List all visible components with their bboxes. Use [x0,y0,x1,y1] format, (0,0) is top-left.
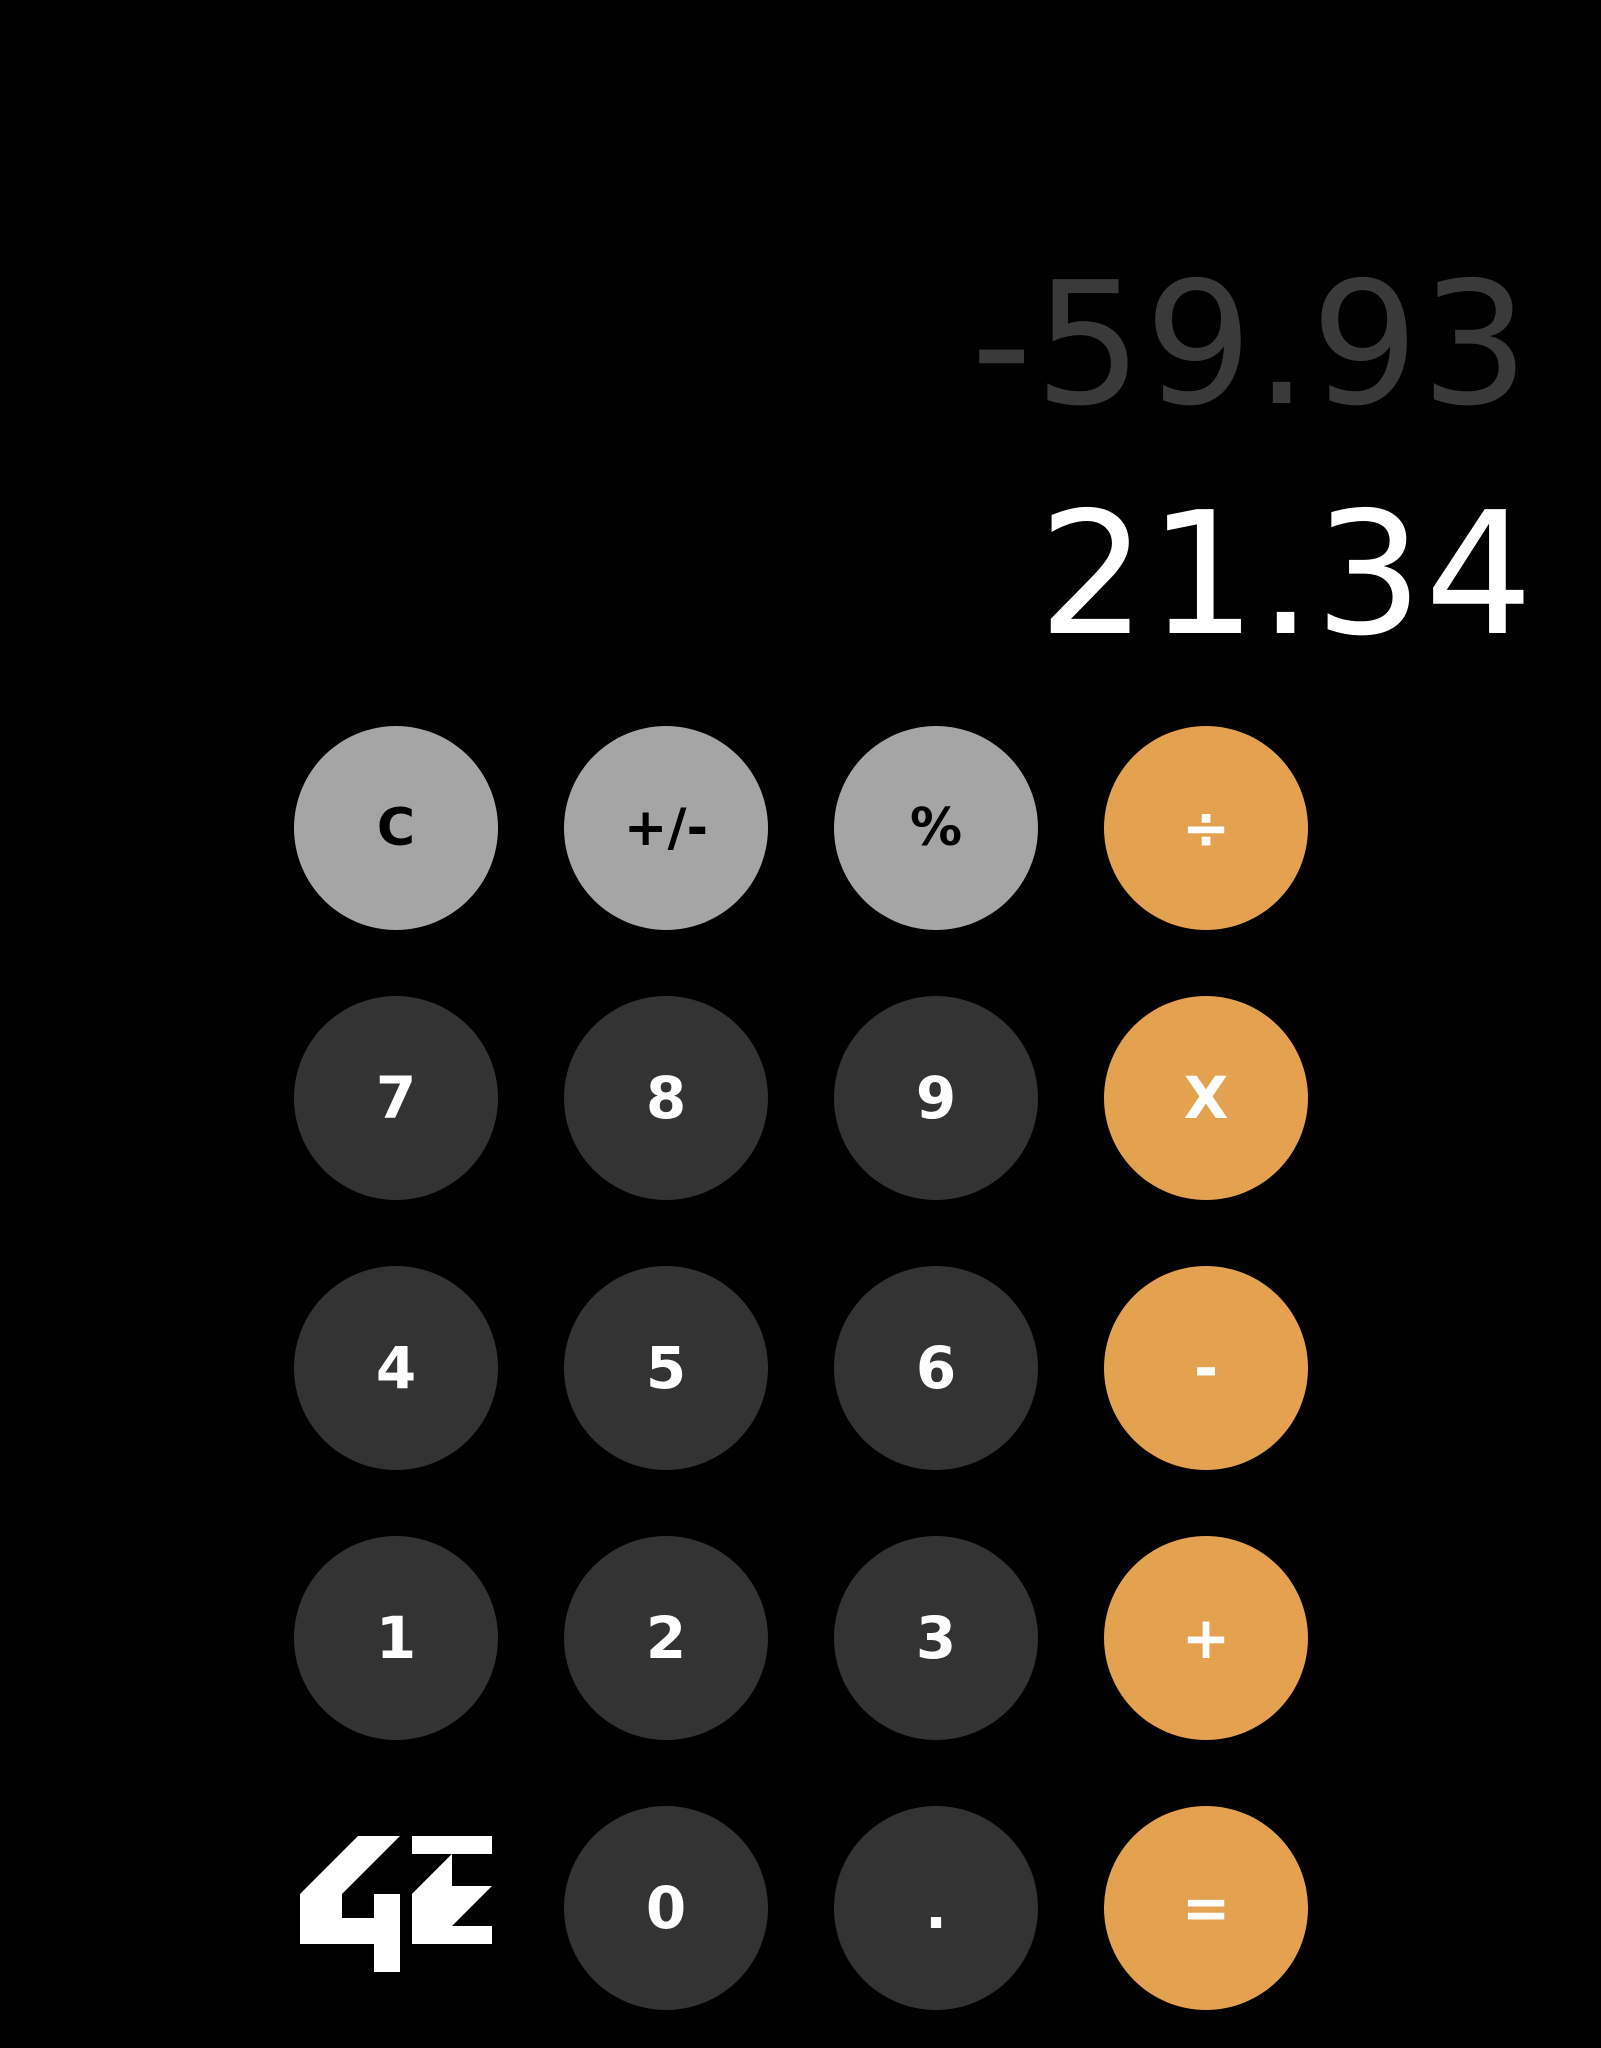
digit-9-button[interactable]: 9 [834,996,1038,1200]
equals-button[interactable]: = [1104,1806,1308,2010]
multiply-button[interactable]: X [1104,996,1308,1200]
school-42-logo-icon [300,1836,492,1972]
digit-3-button[interactable]: 3 [834,1536,1038,1740]
digit-8-button[interactable]: 8 [564,996,768,1200]
clear-button[interactable]: C [294,726,498,930]
digit-0-button[interactable]: 0 [564,1806,768,2010]
decimal-button[interactable]: . [834,1806,1038,2010]
digit-5-button[interactable]: 5 [564,1266,768,1470]
digit-2-button[interactable]: 2 [564,1536,768,1740]
add-button[interactable]: + [1104,1536,1308,1740]
percent-button[interactable]: % [834,726,1038,930]
divide-button[interactable]: ÷ [1104,726,1308,930]
keypad: C +/- % ÷ 7 8 9 X 4 5 6 - 1 2 3 + 0 . = [0,0,1601,2048]
digit-7-button[interactable]: 7 [294,996,498,1200]
digit-6-button[interactable]: 6 [834,1266,1038,1470]
digit-4-button[interactable]: 4 [294,1266,498,1470]
subtract-button[interactable]: - [1104,1266,1308,1470]
digit-1-button[interactable]: 1 [294,1536,498,1740]
sign-toggle-button[interactable]: +/- [564,726,768,930]
